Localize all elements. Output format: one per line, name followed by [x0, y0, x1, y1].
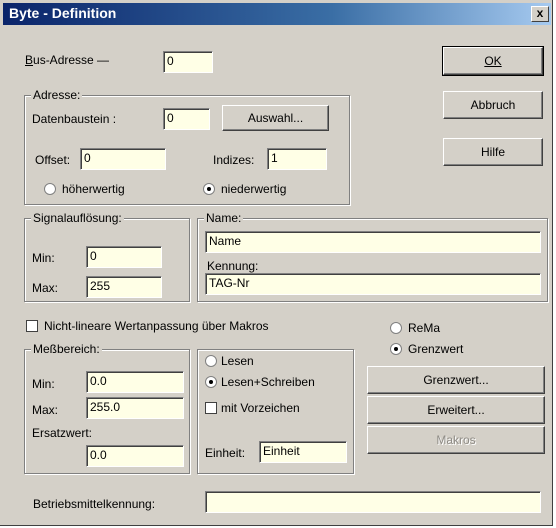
niederwertig-label: niederwertig	[221, 182, 287, 196]
offset-label: Offset:	[35, 153, 71, 167]
ok-button-label: OK	[484, 54, 502, 68]
lesen-schreiben-radio[interactable]	[205, 376, 217, 388]
hoeherwertig-radio[interactable]	[44, 183, 56, 195]
messbereich-max-input[interactable]: 255.0	[86, 397, 184, 419]
makros-button[interactable]: Makros	[367, 426, 545, 454]
nichtlinear-checkbox[interactable]	[26, 320, 38, 332]
window-title: Byte - Definition	[9, 5, 117, 21]
auswahl-button[interactable]: Auswahl...	[222, 105, 329, 131]
offset-input[interactable]: 0	[80, 148, 166, 170]
grenzwert-button[interactable]: Grenzwert...	[367, 366, 545, 394]
erweitert-button[interactable]: Erweitert...	[367, 396, 545, 424]
abbruch-button-label: Abbruch	[470, 98, 516, 112]
messbereich-group-title: Meßbereich:	[31, 342, 102, 356]
hoeherwertig-label: höherwertig	[62, 182, 125, 196]
messbereich-min-label: Min:	[32, 377, 55, 391]
rema-radio[interactable]	[390, 322, 402, 334]
signalaufloesung-group-title: Signalauflösung:	[31, 211, 124, 225]
bus-adresse-label-rest: us-Adresse —	[33, 53, 110, 67]
signal-max-label: Max:	[32, 281, 59, 295]
signal-min-label: Min:	[32, 251, 55, 265]
grenzwert-radio-label: Grenzwert	[408, 342, 464, 356]
name-input[interactable]: Name	[205, 231, 541, 253]
kennung-input[interactable]: TAG-Nr	[205, 273, 541, 295]
ersatzwert-label: Ersatzwert:	[32, 426, 93, 440]
messbereich-min-input[interactable]: 0.0	[86, 371, 184, 393]
lesen-radio[interactable]	[205, 355, 217, 367]
lesen-schreiben-label: Lesen+Schreiben	[221, 375, 315, 389]
einheit-label: Einheit:	[205, 446, 246, 460]
abbruch-button[interactable]: Abbruch	[443, 91, 543, 119]
bus-adresse-label: Bus-Adresse —	[25, 53, 109, 67]
hilfe-button[interactable]: Hilfe	[443, 138, 543, 166]
niederwertig-radio[interactable]	[203, 183, 215, 195]
grenzwert-radio[interactable]	[390, 343, 402, 355]
messbereich-max-label: Max:	[32, 403, 59, 417]
bus-adresse-input[interactable]: 0	[163, 51, 213, 73]
title-bar[interactable]: Byte - Definition x	[3, 3, 551, 25]
signal-max-input[interactable]: 255	[86, 276, 162, 298]
vorzeichen-label: mit Vorzeichen	[221, 401, 300, 415]
nichtlinear-label: Nicht-lineare Wertanpassung über Makros	[44, 319, 269, 333]
ok-button[interactable]: OK	[442, 46, 544, 76]
indizes-input[interactable]: 1	[267, 148, 327, 170]
vorzeichen-checkbox[interactable]	[205, 402, 217, 414]
name-group-title: Name:	[204, 211, 244, 225]
ersatzwert-input[interactable]: 0.0	[86, 445, 184, 467]
betriebsmittelkennung-label: Betriebsmittelkennung:	[33, 497, 156, 511]
adresse-group-title: Adresse:	[31, 88, 83, 102]
dialog-window: Byte - Definition x Bus-Adresse — 0 OK A…	[0, 0, 553, 526]
lesen-label: Lesen	[221, 354, 254, 368]
betriebsmittelkennung-input[interactable]	[205, 491, 541, 513]
rema-label: ReMa	[408, 321, 441, 335]
einheit-input[interactable]: Einheit	[259, 441, 347, 463]
indizes-label: Indizes:	[213, 153, 255, 167]
datenbaustein-input[interactable]: 0	[163, 108, 210, 130]
datenbaustein-label: Datenbaustein :	[32, 112, 117, 126]
kennung-label: Kennung:	[207, 259, 259, 273]
hilfe-button-label: Hilfe	[480, 145, 505, 159]
bus-adresse-accel: B	[25, 53, 34, 67]
close-button[interactable]: x	[531, 6, 549, 22]
signal-min-input[interactable]: 0	[86, 246, 162, 268]
